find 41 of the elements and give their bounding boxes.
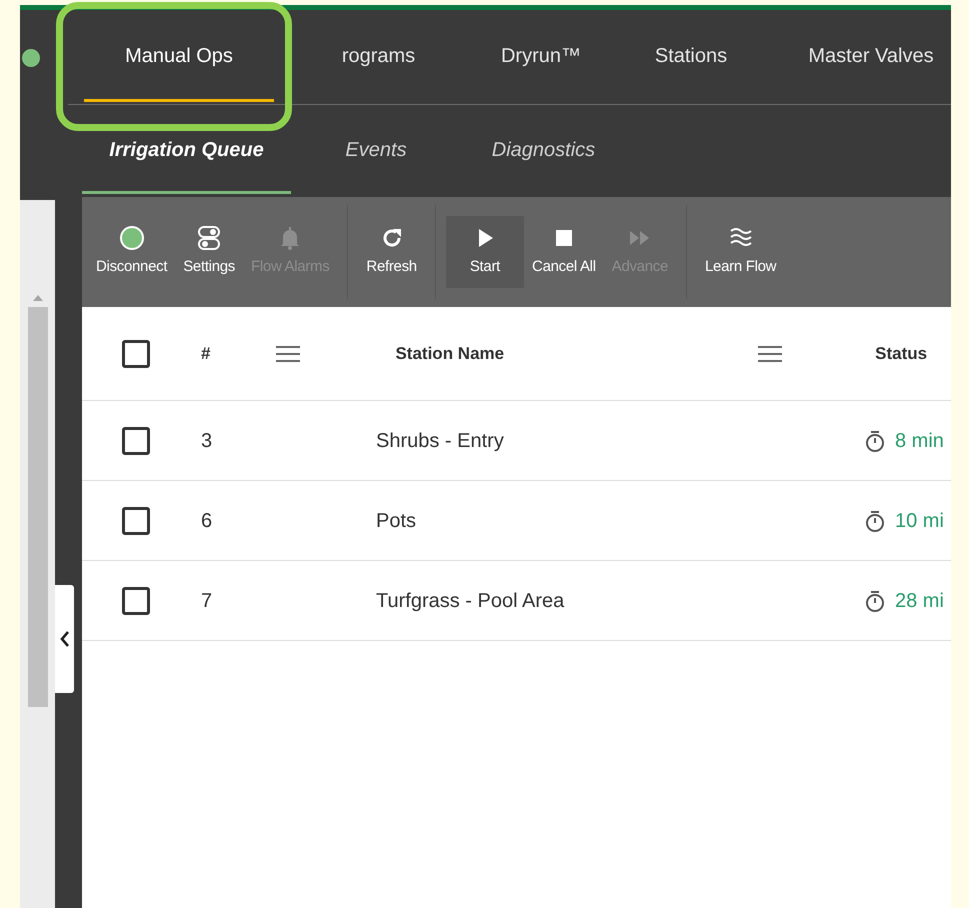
toolbar-button[interactable]: Disconnect <box>88 216 176 288</box>
table-cell-text: Turfgrass - Pool Area <box>376 588 566 614</box>
toolbar-button[interactable]: Learn Flow <box>697 216 784 288</box>
scrollbar-thumb[interactable] <box>28 307 48 707</box>
status-circle-icon <box>120 226 144 250</box>
table-cell-text: 7 <box>201 588 214 614</box>
toolbar-button[interactable]: Start <box>446 216 524 288</box>
table-cell-text: 3 <box>201 428 214 454</box>
column-header: Status <box>875 342 928 365</box>
toolbar-button[interactable]: Cancel All <box>524 216 604 288</box>
column-header: Station Name <box>395 342 504 365</box>
table-cell-text: Pots <box>376 508 418 534</box>
status-text: 10 mi <box>895 508 944 534</box>
collapse-button[interactable] <box>55 585 74 693</box>
nav-tab[interactable]: Stations <box>621 10 761 102</box>
nav-tab[interactable]: rograms <box>321 10 436 102</box>
status-text: 8 min <box>895 428 944 454</box>
table-cell-text: 6 <box>201 508 214 534</box>
sub-tab[interactable]: Irrigation Queue <box>82 105 291 194</box>
toolbar-button[interactable]: Settings <box>175 216 244 288</box>
nav-tab[interactable]: Master Valves <box>791 10 951 102</box>
nav-tab[interactable]: Manual Ops <box>84 10 274 102</box>
checkbox[interactable] <box>122 506 150 534</box>
sub-tab[interactable]: Diagnostics <box>461 105 626 194</box>
status-text: 28 mi <box>895 588 944 614</box>
checkbox[interactable] <box>122 426 150 454</box>
menu-icon[interactable] <box>758 344 782 362</box>
sub-tab[interactable]: Events <box>291 105 461 194</box>
timer-icon <box>865 510 885 532</box>
nav-tab[interactable]: Dryrun™ <box>481 10 601 102</box>
timer-icon <box>865 590 885 612</box>
table-cell-text: Shrubs - Entry <box>376 428 505 454</box>
column-header: # <box>201 342 210 365</box>
toggle-switches-icon <box>197 226 222 250</box>
toolbar-button[interactable]: Refresh <box>358 216 425 288</box>
checkbox[interactable] <box>122 340 150 368</box>
chevron-left-icon <box>60 630 70 648</box>
status-dot <box>22 48 40 66</box>
menu-icon[interactable] <box>276 344 300 362</box>
timer-icon <box>865 430 885 452</box>
checkbox[interactable] <box>122 586 150 614</box>
